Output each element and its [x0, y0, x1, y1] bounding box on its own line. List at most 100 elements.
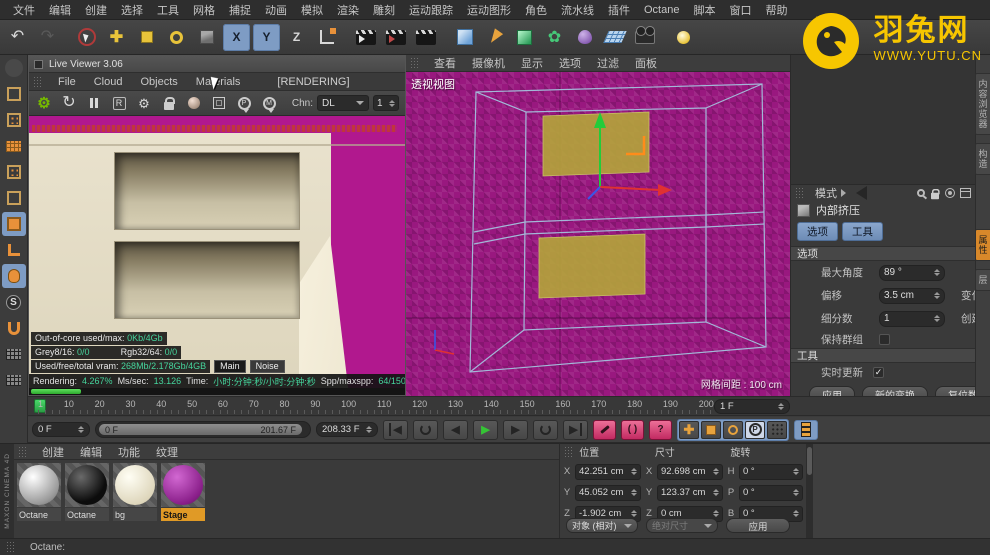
preview-range-bar[interactable]: 0 F 201.67 F: [99, 424, 302, 435]
region-render-button[interactable]: [210, 94, 228, 112]
main-pass-button[interactable]: Main: [214, 360, 246, 373]
passes-stepper[interactable]: 1: [373, 95, 399, 111]
workplane-button[interactable]: [2, 368, 26, 392]
preserve-groups-checkbox[interactable]: [879, 333, 890, 345]
convert-mode-button[interactable]: [2, 56, 26, 80]
key-scale-toggle[interactable]: [701, 420, 721, 439]
menu-item[interactable]: 动画: [258, 2, 294, 18]
spinner-icon[interactable]: [934, 315, 940, 322]
key-parameter-toggle[interactable]: P: [745, 420, 765, 439]
material-preview-button[interactable]: [185, 94, 203, 112]
subdivision-surface-button[interactable]: [511, 24, 538, 51]
size-x-input[interactable]: 92.698 cm: [657, 463, 723, 480]
autokey-button[interactable]: ( ): [621, 419, 644, 440]
pause-render-button[interactable]: [85, 94, 103, 112]
menu-item[interactable]: 渲染: [330, 2, 366, 18]
uv-mode-button[interactable]: [2, 134, 26, 158]
kernel-settings-button[interactable]: ⚙: [135, 94, 153, 112]
options-section-header[interactable]: 选项: [791, 246, 975, 261]
tab-tool[interactable]: 工具: [842, 222, 883, 241]
viewport-menu-item[interactable]: 选项: [551, 55, 589, 71]
octane-logo-button[interactable]: ⚙: [35, 94, 53, 112]
menu-item[interactable]: 插件: [601, 2, 637, 18]
snap-button[interactable]: S: [2, 290, 26, 314]
preview-range-slider[interactable]: 0 F 201.67 F: [95, 421, 311, 438]
subdivision-input[interactable]: 1: [879, 310, 945, 327]
offset-input[interactable]: 3.5 cm: [879, 287, 945, 304]
max-angle-input[interactable]: 89 °: [879, 264, 945, 281]
menu-item[interactable]: Octane: [637, 4, 686, 16]
realtime-checkbox[interactable]: ✓: [873, 367, 884, 378]
edges-mode-button[interactable]: [2, 186, 26, 210]
spinner-icon[interactable]: [934, 269, 940, 276]
frame-step-input[interactable]: 1 F: [714, 399, 790, 414]
material-item[interactable]: Octane: [16, 463, 62, 521]
light-button[interactable]: [670, 24, 697, 51]
spline-pen-button[interactable]: [481, 24, 508, 51]
channel-dropdown[interactable]: DL: [317, 95, 369, 111]
menu-item[interactable]: 雕刻: [366, 2, 402, 18]
render-picture-viewer-button[interactable]: [382, 24, 409, 51]
material-item[interactable]: bg: [112, 463, 158, 521]
spinner-icon[interactable]: [366, 426, 372, 433]
menu-item[interactable]: 流水线: [554, 2, 601, 18]
render-view-button[interactable]: [352, 24, 379, 51]
model-mode-button[interactable]: [2, 82, 26, 106]
viewport-menu-item[interactable]: 摄像机: [464, 55, 513, 71]
reset-render-button[interactable]: R: [110, 94, 128, 112]
rot-p-input[interactable]: 0 °: [739, 484, 803, 501]
spinner-icon[interactable]: [934, 292, 940, 299]
object-manager-panel[interactable]: [790, 55, 975, 185]
record-keyframe-button[interactable]: [593, 419, 616, 440]
pos-x-input[interactable]: 42.251 cm: [575, 463, 641, 480]
next-frame-button[interactable]: ▶: [503, 419, 528, 440]
menu-item[interactable]: 工具: [150, 2, 186, 18]
menu-item[interactable]: 窗口: [722, 2, 758, 18]
workplane-lock-button[interactable]: [2, 342, 26, 366]
rotate-tool-button[interactable]: [163, 24, 190, 51]
mograph-button[interactable]: ✿: [541, 24, 568, 51]
viewport-menu-item[interactable]: 显示: [513, 55, 551, 71]
timeline-ruler[interactable]: 1 10 20 30 40 50 60 70 80 90 100 110 120 130 140 150 160…: [28, 396, 990, 416]
goto-end-button[interactable]: ▶: [563, 419, 588, 440]
polygons-mode-button[interactable]: [1, 212, 26, 236]
live-viewer-menu-item[interactable]: File: [49, 76, 85, 88]
menu-item[interactable]: 网格: [186, 2, 222, 18]
render-settings-button[interactable]: [412, 24, 439, 51]
deformer-button[interactable]: [571, 24, 598, 51]
viewport-menu-item[interactable]: 过滤: [589, 55, 627, 71]
points-mode-button[interactable]: [2, 160, 26, 184]
play-backwards-button[interactable]: [413, 419, 438, 440]
tab-layers[interactable]: 层: [974, 269, 990, 291]
search-icon[interactable]: [917, 189, 925, 197]
material-menu-item[interactable]: 功能: [110, 444, 148, 460]
material-thumbnail[interactable]: [17, 463, 61, 507]
coordinate-mode-dropdown[interactable]: 对象 (相对): [566, 518, 638, 533]
scale-tool-button[interactable]: [133, 24, 160, 51]
material-thumbnail[interactable]: [161, 463, 205, 507]
tab-attributes[interactable]: 属性: [974, 229, 990, 261]
z-axis-lock-button[interactable]: Z: [283, 24, 310, 51]
panel-grip-icon[interactable]: [564, 445, 574, 458]
material-name[interactable]: Octane: [17, 508, 61, 521]
add-cube-button[interactable]: [451, 24, 478, 51]
live-viewer-menu-item[interactable]: Cloud: [85, 76, 132, 88]
viewport-menu-item[interactable]: 面板: [627, 55, 665, 71]
key-pla-toggle[interactable]: [767, 420, 787, 439]
current-frame-input[interactable]: 0 F: [32, 422, 90, 437]
viewport-canvas[interactable]: 透视视图 网格间距 : 100 cm: [406, 72, 790, 396]
material-item-selected[interactable]: Stage: [160, 463, 206, 521]
lock-icon[interactable]: [931, 188, 940, 199]
material-thumbnail[interactable]: [65, 463, 109, 507]
live-selection-button[interactable]: [73, 24, 100, 51]
viewport-menu-item[interactable]: 查看: [426, 55, 464, 71]
x-axis-lock-button[interactable]: X: [223, 23, 250, 51]
menu-item[interactable]: 模拟: [294, 2, 330, 18]
motion-system-button[interactable]: [794, 419, 818, 440]
material-menu-item[interactable]: 创建: [34, 444, 72, 460]
loop-button[interactable]: [533, 419, 558, 440]
vertical-scrollbar[interactable]: [806, 444, 813, 538]
material-name[interactable]: bg: [113, 508, 157, 521]
coordinate-system-button[interactable]: [313, 24, 340, 51]
tab-structure[interactable]: 构造: [974, 143, 990, 175]
